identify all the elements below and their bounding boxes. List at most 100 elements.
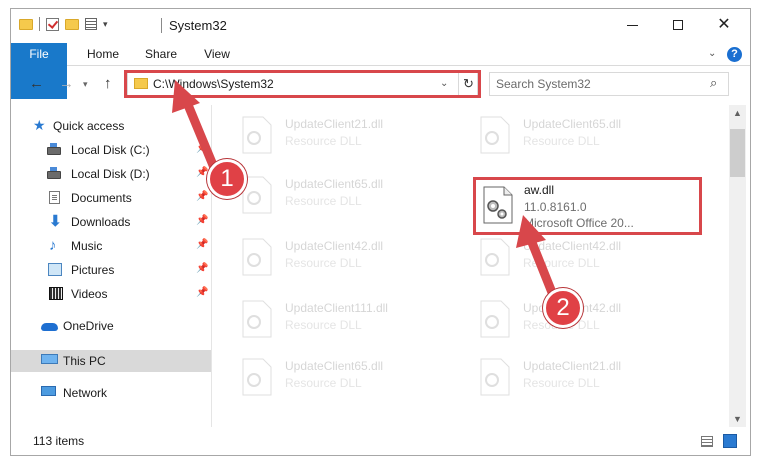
- title-bar: ▾ System32 ✕: [11, 9, 750, 43]
- search-box[interactable]: ⌕: [489, 72, 729, 96]
- expand-ribbon-chevron-icon[interactable]: ⌄: [708, 48, 716, 59]
- maximize-button[interactable]: [655, 9, 701, 41]
- explorer-window: ▾ System32 ✕ File Home Share View ⌄ ? ← …: [10, 8, 751, 456]
- file-name: UpdateClient42.dll: [285, 239, 384, 253]
- pin-icon[interactable]: 📌: [196, 215, 208, 226]
- sidebar-item-label: This PC: [63, 354, 106, 368]
- drive-icon: [47, 167, 61, 179]
- computer-icon: [41, 354, 58, 364]
- sidebar-item-label: Local Disk (D:): [71, 167, 150, 181]
- pin-icon[interactable]: 📌: [196, 143, 208, 154]
- cloud-icon: [41, 323, 58, 331]
- sidebar-item-label: Videos: [71, 287, 108, 301]
- dll-gear-file-icon: [483, 186, 513, 224]
- tab-share[interactable]: Share: [139, 43, 183, 66]
- file-name: UpdateClient65.dll: [285, 359, 384, 373]
- scrollbar-thumb[interactable]: [730, 129, 745, 177]
- videos-icon: [49, 287, 63, 300]
- search-input[interactable]: [496, 76, 696, 92]
- sidebar-item-label: Documents: [71, 191, 132, 205]
- sidebar-item-label: Quick access: [53, 119, 125, 133]
- pictures-icon: [48, 263, 62, 276]
- sidebar-item-pictures[interactable]: Pictures 📌: [11, 259, 211, 281]
- window-title: System32: [169, 18, 227, 33]
- customize-toolbar-icon[interactable]: [85, 18, 97, 30]
- file-item[interactable]: UpdateClient21.dll Resource DLL: [213, 109, 433, 165]
- music-icon: ♪: [49, 237, 57, 254]
- sidebar-item-documents[interactable]: Documents 📌: [11, 187, 211, 209]
- sidebar-item-this-pc[interactable]: This PC: [11, 350, 211, 372]
- back-arrow-icon[interactable]: ←: [29, 76, 44, 91]
- pin-icon[interactable]: 📌: [196, 239, 208, 250]
- file-description: Resource DLL: [285, 194, 362, 208]
- scroll-down-icon[interactable]: ▼: [733, 414, 742, 424]
- close-icon: ✕: [717, 16, 731, 33]
- pin-icon[interactable]: 📌: [196, 287, 208, 298]
- file-name: UpdateClient65.dll: [523, 117, 622, 131]
- file-item[interactable]: UpdateClient65.dll Resource DLL: [213, 351, 433, 407]
- step-badge-1: 1: [207, 159, 247, 199]
- file-version: 11.0.8161.0: [524, 200, 587, 214]
- file-item[interactable]: UpdateClient111.dll Resource DLL: [213, 293, 433, 349]
- status-bar: 113 items: [11, 429, 750, 455]
- details-view-icon[interactable]: [701, 436, 713, 447]
- ribbon-tabs: File Home Share View ⌄ ?: [11, 43, 750, 99]
- file-item[interactable]: UpdateClient42.dll Resource DLL: [451, 231, 671, 287]
- file-description: Resource DLL: [285, 318, 362, 332]
- tab-view[interactable]: View: [197, 43, 237, 66]
- search-icon[interactable]: ⌕: [710, 75, 717, 91]
- file-list: UpdateClient21.dll Resource DLL UpdateCl…: [213, 105, 728, 427]
- sidebar-item-label: OneDrive: [63, 319, 114, 333]
- close-button[interactable]: ✕: [701, 9, 747, 41]
- file-item[interactable]: UpdateClient65.dll Resource DLL: [451, 109, 671, 165]
- up-arrow-icon[interactable]: ↑: [104, 76, 112, 91]
- address-bar-highlight: [124, 70, 481, 98]
- drive-icon: [47, 143, 61, 155]
- scroll-up-icon[interactable]: ▲: [733, 108, 742, 118]
- sidebar-item-label: Music: [71, 239, 103, 253]
- step-badge-2: 2: [543, 288, 583, 328]
- sidebar-item-quick-access[interactable]: ★ Quick access: [11, 115, 211, 137]
- file-company: Microsoft Office 20...: [524, 216, 634, 230]
- new-folder-icon[interactable]: [65, 18, 79, 30]
- chevron-down-icon[interactable]: ▾: [103, 19, 108, 30]
- sidebar-item-label: Downloads: [71, 215, 131, 229]
- minimize-button[interactable]: [609, 9, 655, 41]
- file-name: aw.dll: [524, 183, 555, 197]
- file-description: Resource DLL: [523, 134, 600, 148]
- pin-icon[interactable]: 📌: [196, 263, 208, 274]
- vertical-scrollbar[interactable]: ▲ ▼: [729, 105, 746, 427]
- file-description: Resource DLL: [523, 376, 600, 390]
- dll-file-icon: [242, 300, 272, 338]
- download-icon: ⬇: [49, 213, 62, 230]
- sidebar-item-onedrive[interactable]: OneDrive: [11, 315, 211, 337]
- sidebar-item-local-disk-c[interactable]: Local Disk (C:) 📌: [11, 139, 211, 161]
- sidebar-item-downloads[interactable]: ⬇ Downloads 📌: [11, 211, 211, 233]
- file-description: Resource DLL: [523, 256, 600, 270]
- large-icons-view-icon[interactable]: [723, 434, 737, 448]
- toolbar-divider: [39, 17, 40, 31]
- file-item[interactable]: UpdateClient21.dll Resource DLL: [451, 351, 671, 407]
- sidebar-item-music[interactable]: ♪ Music 📌: [11, 235, 211, 257]
- help-icon[interactable]: ?: [727, 47, 742, 62]
- sidebar-item-videos[interactable]: Videos 📌: [11, 283, 211, 305]
- sidebar-item-label: Local Disk (C:): [71, 143, 150, 157]
- forward-arrow-icon[interactable]: →: [59, 76, 74, 91]
- folder-icon[interactable]: [19, 18, 33, 30]
- properties-check-icon[interactable]: [46, 17, 59, 31]
- sidebar-item-local-disk-d[interactable]: Local Disk (D:) 📌: [11, 163, 211, 185]
- recent-locations-chevron-icon[interactable]: ▾: [83, 77, 88, 92]
- minimize-icon: [626, 24, 638, 26]
- file-description: Resource DLL: [285, 376, 362, 390]
- file-item-aw-dll[interactable]: aw.dll 11.0.8161.0 Microsoft Office 20..…: [473, 177, 702, 235]
- file-item[interactable]: UpdateClient42.dll Resource DLL: [213, 231, 433, 287]
- sidebar-item-network[interactable]: Network: [11, 382, 211, 404]
- tab-home[interactable]: Home: [81, 43, 125, 66]
- file-name: UpdateClient111.dll: [285, 301, 388, 315]
- item-count: 113 items: [33, 434, 85, 448]
- pin-icon[interactable]: 📌: [196, 191, 208, 202]
- dll-file-icon: [242, 116, 272, 154]
- title-divider: [161, 18, 162, 33]
- file-description: Resource DLL: [285, 256, 362, 270]
- file-description: Resource DLL: [285, 134, 362, 148]
